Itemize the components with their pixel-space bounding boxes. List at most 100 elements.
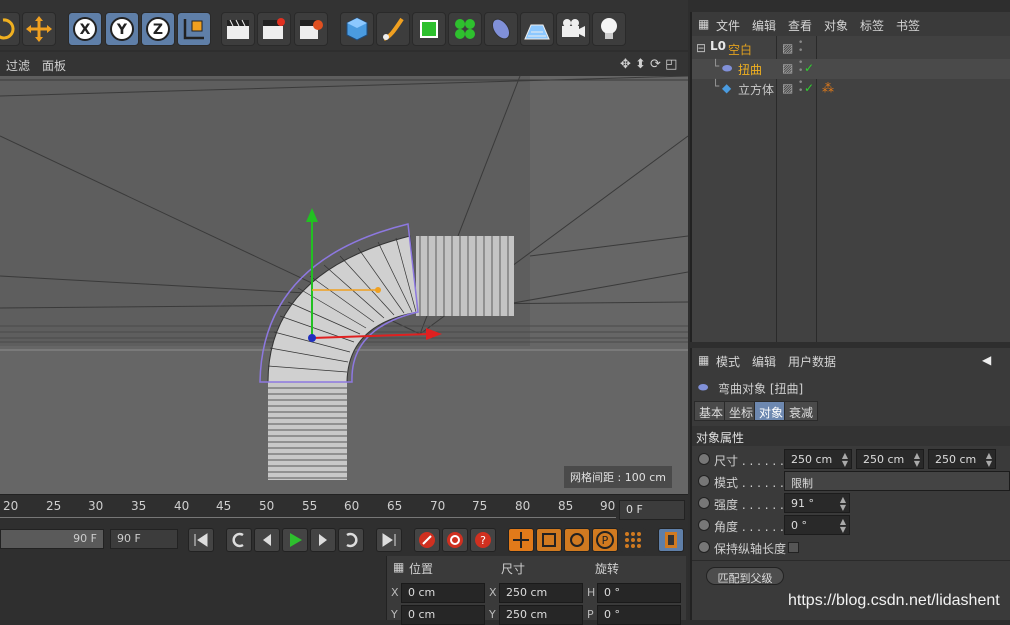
subdivision-surface-icon[interactable] [412,12,446,46]
bend-deformer-icon[interactable] [484,12,518,46]
viewport-nav-icons[interactable]: ✥ ⬍ ⟳ ◰ [620,57,677,72]
previous-key-icon[interactable] [226,528,252,552]
menu-view[interactable]: 查看 [788,17,812,34]
size-x-field[interactable]: 250 cm [499,583,583,603]
pen-spline-icon[interactable] [376,12,410,46]
menu-user-data[interactable]: 用户数据 [788,353,836,370]
position-y-field[interactable]: 0 cm [401,605,485,625]
match-parent-button[interactable]: 匹配到父级 [706,567,784,585]
film-strip-icon[interactable] [658,528,684,552]
tab-basic[interactable]: 基本 [694,401,729,421]
undo-icon[interactable] [0,12,20,46]
tab-falloff[interactable]: 衰减 [784,401,819,421]
light-icon[interactable] [592,12,626,46]
play-icon[interactable] [282,528,308,552]
move-tool-icon[interactable] [22,12,56,46]
rotation-h-field[interactable]: 0 ° [597,583,681,603]
cloner-icon[interactable] [448,12,482,46]
strength-row: 强度 . . . . . . . . 91 ° ▲ ▼ [694,493,1010,513]
object-row-bend[interactable]: └ ⬬ 扭曲 ▨ • • ✓ [692,59,1010,79]
menu-mode[interactable]: 模式 [716,353,740,370]
animate-radio[interactable] [698,497,710,509]
previous-frame-icon[interactable] [254,528,280,552]
object-row-null[interactable]: ⊟ L0 空白 ▨ • • [692,39,1010,59]
menu-file[interactable]: 文件 [716,17,740,34]
menu-bookmarks[interactable]: 书签 [896,17,920,34]
spinner-icon[interactable]: ▲ ▼ [840,496,846,512]
angle-field[interactable]: 0 ° ▲ ▼ [784,515,850,535]
enabled-check-icon[interactable]: ✓ [804,81,814,95]
spinner-icon[interactable]: ▲ ▼ [914,452,920,468]
layer-icon[interactable]: ▨ [782,41,793,55]
filter-menu[interactable]: 过滤 [6,57,30,74]
timeline-ruler[interactable]: 20 25 30 35 40 45 50 55 60 65 70 75 80 8… [0,494,688,524]
spinner-icon[interactable]: ▲ ▼ [840,518,846,534]
menu-edit[interactable]: 编辑 [752,353,776,370]
3d-viewport[interactable]: 网格间距 : 100 cm [0,76,688,494]
next-frame-icon[interactable] [310,528,336,552]
go-to-start-icon[interactable] [188,528,214,552]
panel-menu[interactable]: 面板 [42,57,66,74]
menu-objects[interactable]: 对象 [824,17,848,34]
animate-radio[interactable] [698,453,710,465]
tick-label: 40 [174,499,190,513]
field-value: 250 cm [863,453,905,466]
tab-coord[interactable]: 坐标 [724,401,759,421]
cube-primitive-icon[interactable] [340,12,374,46]
object-name[interactable]: 空白 [728,41,752,58]
visibility-dots-icon[interactable]: • • [798,39,803,56]
autokey-icon[interactable] [442,528,468,552]
record-key-icon[interactable] [414,528,440,552]
phong-tag-icon[interactable]: ⁂ [822,81,834,95]
object-name[interactable]: 立方体 [738,81,774,98]
animate-radio[interactable] [698,541,710,553]
tick-label: 85 [558,499,574,513]
strength-field[interactable]: 91 ° ▲ ▼ [784,493,850,513]
enabled-check-icon[interactable]: ✓ [804,61,814,75]
menu-edit[interactable]: 编辑 [752,17,776,34]
rotation-p-field[interactable]: 0 ° [597,605,681,625]
current-frame-field[interactable]: 0 F [619,500,685,520]
keyframe-selection-icon[interactable]: ? [470,528,496,552]
render-settings-icon[interactable] [294,12,328,46]
z-axis-lock-icon[interactable]: Z [141,12,175,46]
coordinate-system-icon[interactable] [177,12,211,46]
end-frame-slider[interactable]: 90 F [0,529,104,549]
animate-radio[interactable] [698,519,710,531]
spinner-icon[interactable]: ▲ ▼ [842,452,848,468]
record-scale-icon[interactable] [536,528,562,552]
layer-icon[interactable]: ▨ [782,61,793,75]
record-position-icon[interactable] [508,528,534,552]
camera-icon[interactable] [556,12,590,46]
back-arrow-icon[interactable]: ◀ [982,353,991,367]
tick-label: 65 [387,499,403,513]
visibility-dots-icon[interactable]: • • [798,59,803,76]
size-y-field[interactable]: 250 cm ▲ ▼ [856,449,924,469]
max-frame-field[interactable]: 90 F [110,529,178,549]
object-name[interactable]: 扭曲 [738,61,762,78]
position-x-field[interactable]: 0 cm [401,583,485,603]
visibility-dots-icon[interactable]: • • [798,79,803,96]
render-picture-viewer-icon[interactable] [257,12,291,46]
size-z-field[interactable]: 250 cm ▲ ▼ [928,449,996,469]
next-key-icon[interactable] [338,528,364,552]
layer-icon[interactable]: ▨ [782,81,793,95]
record-rotation-icon[interactable] [564,528,590,552]
animate-radio[interactable] [698,475,710,487]
y-axis-lock-icon[interactable]: Y [105,12,139,46]
collapse-icon[interactable]: ⊟ [696,41,706,55]
spinner-icon[interactable]: ▲ ▼ [986,452,992,468]
menu-tags[interactable]: 标签 [860,17,884,34]
object-row-cube[interactable]: └ ◆ 立方体 ▨ • • ✓ ⁂ [692,79,1010,99]
keep-axis-checkbox[interactable] [788,542,799,553]
record-point-level-icon[interactable] [620,528,646,552]
mode-dropdown[interactable]: 限制 [784,471,1010,491]
size-y-field[interactable]: 250 cm [499,605,583,625]
render-view-icon[interactable] [221,12,255,46]
record-parameter-icon[interactable]: P [592,528,618,552]
floor-icon[interactable] [520,12,554,46]
x-axis-lock-icon[interactable]: X [68,12,102,46]
size-x-field[interactable]: 250 cm ▲ ▼ [784,449,852,469]
tab-object[interactable]: 对象 [754,401,789,421]
go-to-end-icon[interactable] [376,528,402,552]
